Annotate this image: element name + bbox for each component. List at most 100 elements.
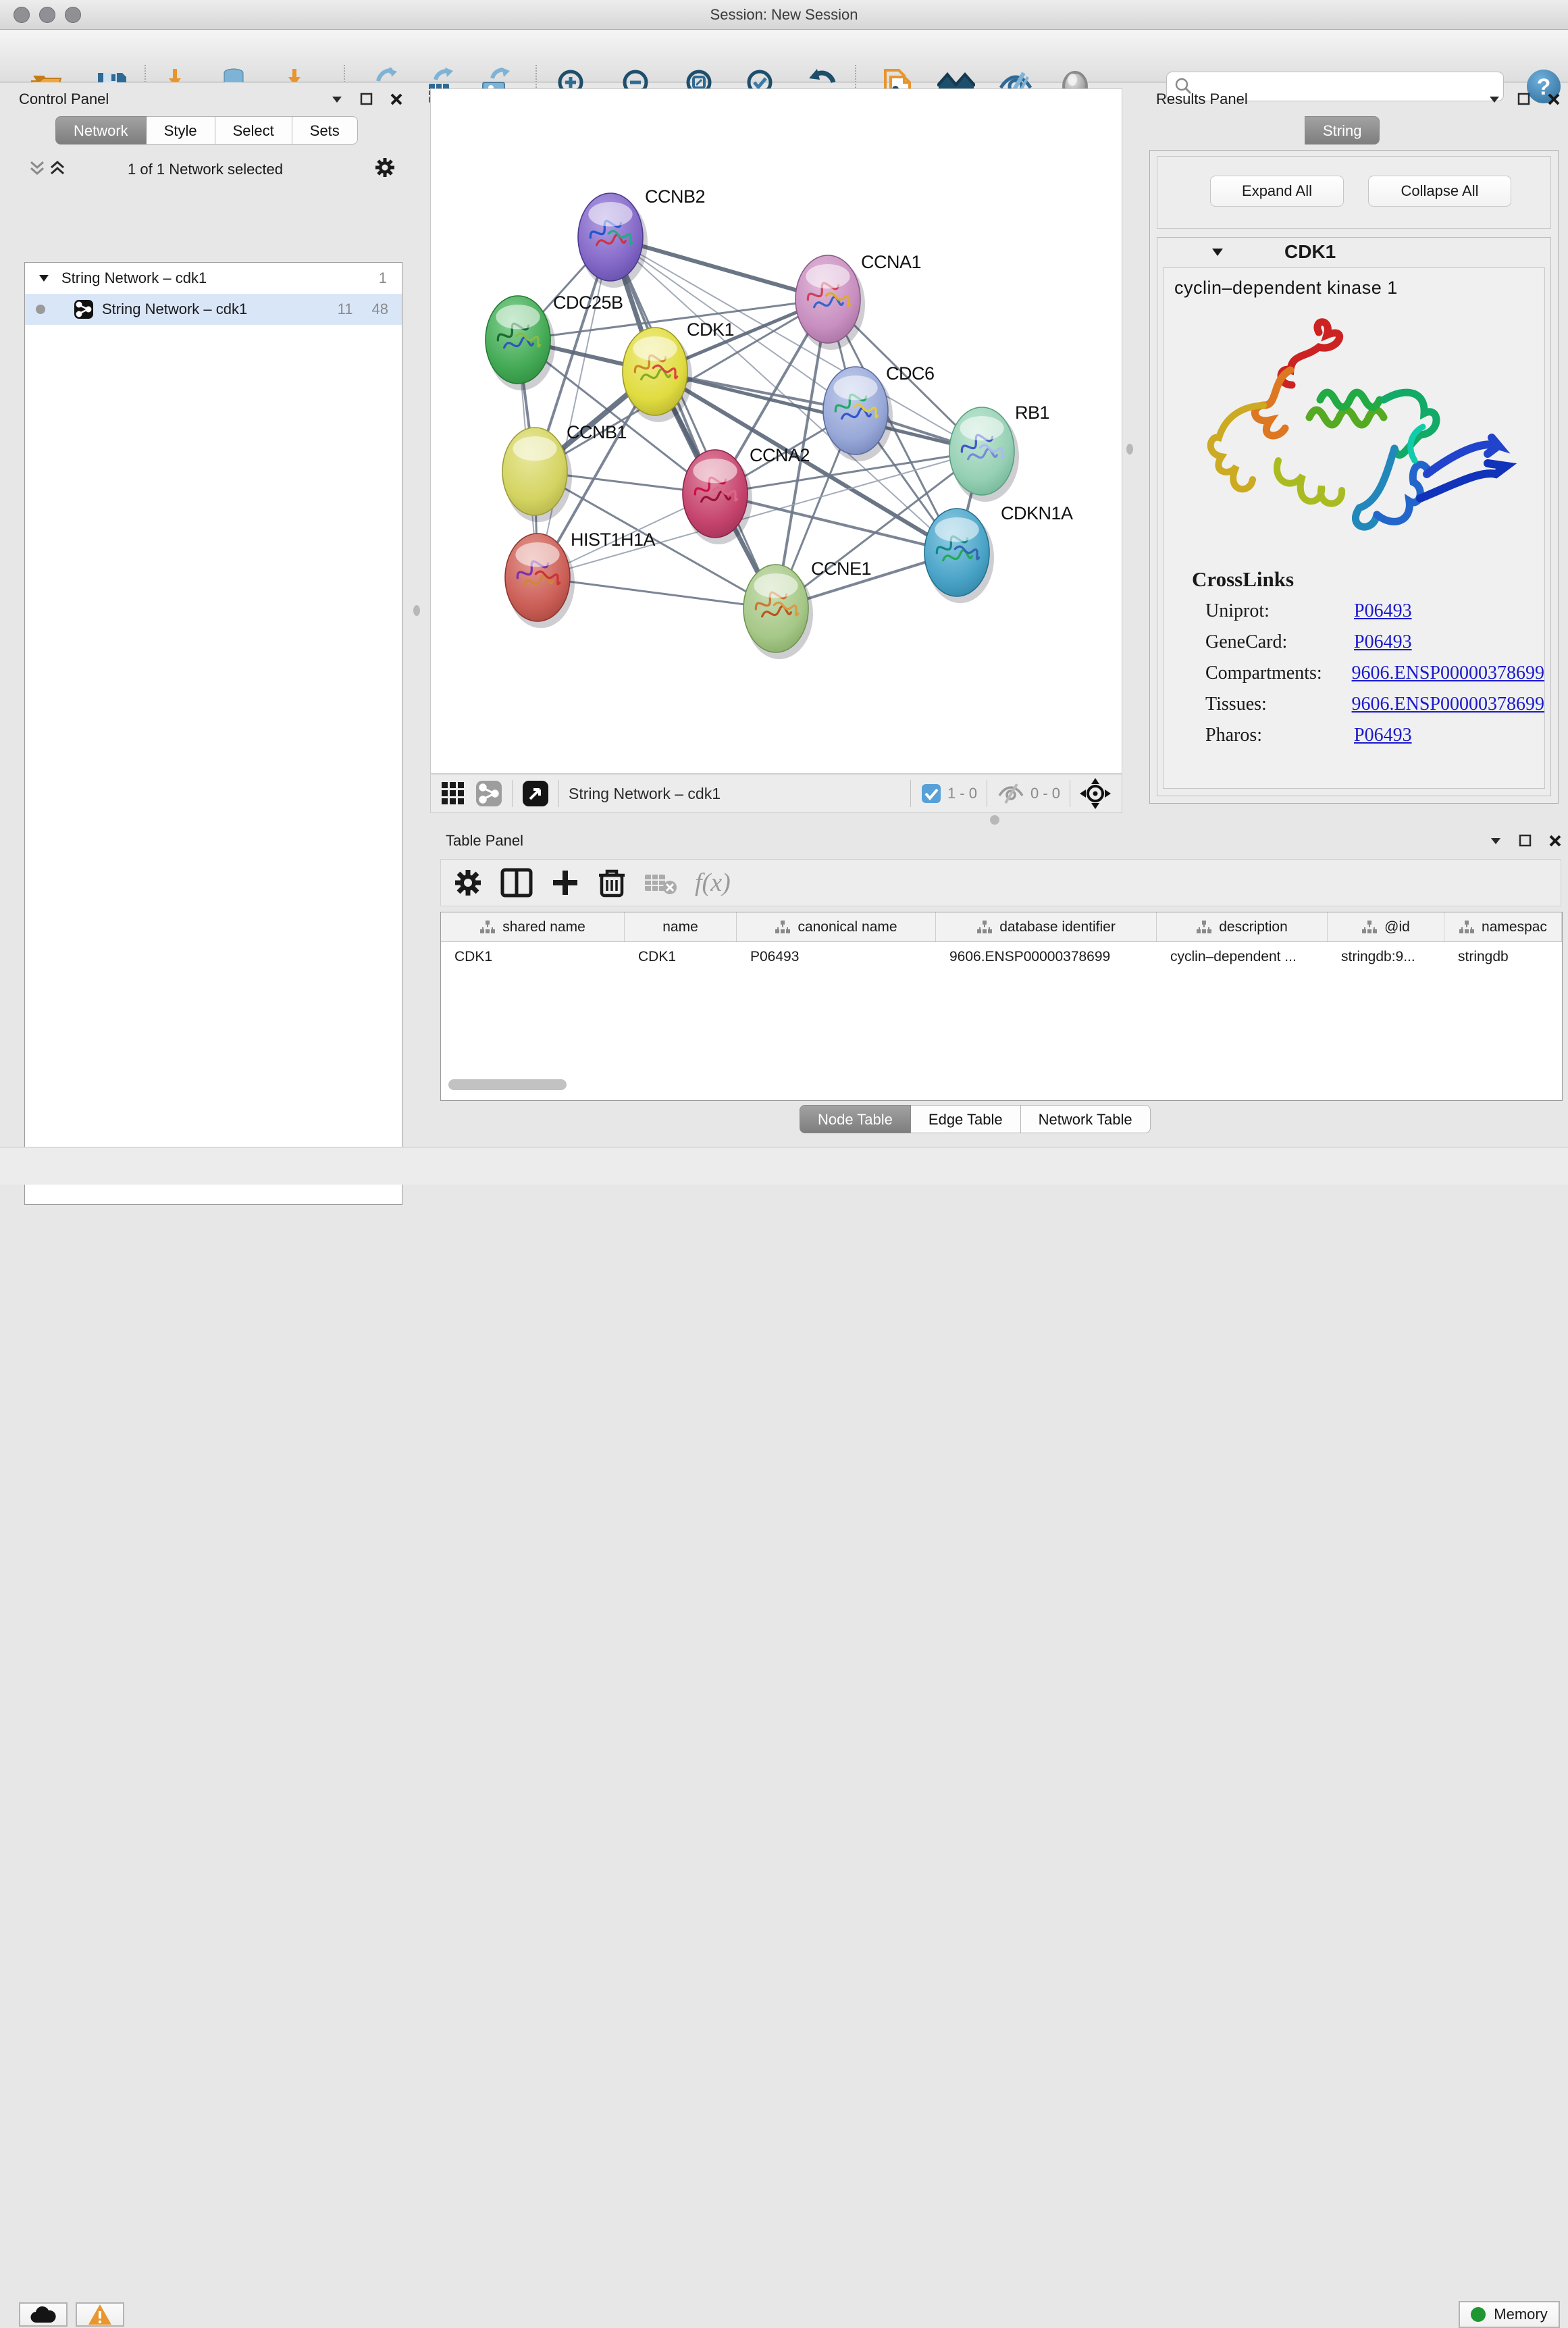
table-cell[interactable]: CDK1 (625, 949, 737, 965)
tab-node-table[interactable]: Node Table (800, 1105, 911, 1133)
main-toolbar: ? (0, 30, 1568, 82)
table-cell[interactable]: stringdb (1444, 949, 1562, 965)
close-panel-icon[interactable] (1548, 833, 1563, 848)
collapse-panel-icon[interactable] (1487, 92, 1502, 107)
view-indicator-dot (36, 305, 45, 314)
column-header-shared-name[interactable]: shared name (441, 912, 625, 941)
network-node-ccna2[interactable]: CCNA2 (683, 445, 810, 544)
close-panel-icon[interactable] (389, 92, 404, 107)
network-node-cdkn1a[interactable]: CDKN1A (924, 503, 1073, 603)
float-panel-icon[interactable] (1518, 833, 1533, 848)
network-node-cdc25b[interactable]: CDC25B (486, 292, 623, 390)
tab-string[interactable]: String (1305, 116, 1380, 145)
memory-label: Memory (1494, 2306, 1547, 2323)
column-header-namespac[interactable]: namespac (1444, 912, 1562, 941)
collapse-panel-icon[interactable] (1488, 833, 1503, 848)
table-horizontal-scrollbar[interactable] (448, 1079, 567, 1090)
hidden-eye-icon[interactable] (997, 782, 1025, 805)
node-label: CCNA2 (750, 445, 810, 465)
column-header-name[interactable]: name (625, 912, 737, 941)
network-canvas[interactable]: CCNB2 CCNA1 CDC25B CDK1 CDC6 RB1 CCNB1 CCNA2 CDK… (430, 88, 1122, 774)
table-cell[interactable]: CDK1 (441, 949, 625, 965)
crosslink-link[interactable]: 9606.ENSP00000378699 (1352, 694, 1544, 715)
column-header-database-identifier[interactable]: database identifier (936, 912, 1157, 941)
crosslink-row: Pharos:P06493 (1164, 720, 1544, 751)
open-view-in-window-icon[interactable] (522, 780, 549, 807)
status-bar: Memory (0, 1147, 1568, 1185)
crosslink-label: Uniprot: (1205, 600, 1354, 622)
edge-count: 48 (372, 301, 388, 318)
warnings-button[interactable] (76, 2302, 124, 2327)
tab-network[interactable]: Network (55, 116, 147, 145)
table-cell[interactable]: 9606.ENSP00000378699 (936, 949, 1157, 965)
network-node-cdc6[interactable]: CDC6 (823, 363, 935, 461)
control-panel: Control Panel NetworkStyleSelectSets 1 o… (5, 82, 405, 1144)
tab-select[interactable]: Select (215, 116, 292, 145)
column-header-@id[interactable]: @id (1328, 912, 1444, 941)
node-label: CCNB2 (645, 186, 705, 207)
tab-style[interactable]: Style (147, 116, 215, 145)
cloud-button[interactable] (19, 2302, 68, 2327)
table-options-gear-icon[interactable] (453, 868, 483, 898)
network-node-ccna1[interactable]: CCNA1 (795, 252, 921, 350)
crosslink-row: Compartments:9606.ENSP00000378699 (1164, 658, 1544, 689)
hidden-count: 0 - 0 (1030, 785, 1060, 802)
node-table-header: shared namenamecanonical namedatabase id… (441, 912, 1562, 942)
crosslink-link[interactable]: P06493 (1354, 725, 1412, 746)
shared-column-icon (1196, 920, 1212, 935)
float-panel-icon[interactable] (359, 92, 374, 107)
crosslink-label: GeneCard: (1205, 631, 1354, 653)
table-cell[interactable]: cyclin–dependent ... (1157, 949, 1328, 965)
table-cell[interactable]: stringdb:9... (1328, 949, 1444, 965)
network-node-ccnb1[interactable]: CCNB1 (502, 422, 627, 522)
tab-network-table[interactable]: Network Table (1021, 1105, 1151, 1133)
show-columns-icon[interactable] (500, 868, 533, 898)
tab-edge-table[interactable]: Edge Table (911, 1105, 1021, 1133)
table-row[interactable]: CDK1CDK1P064939606.ENSP00000378699cyclin… (441, 942, 1562, 972)
network-collection-row[interactable]: String Network – cdk1 1 (25, 263, 402, 294)
right-splitter-grip[interactable] (1126, 444, 1133, 455)
network-options-gear-icon[interactable] (374, 157, 396, 178)
string-view-icon[interactable] (475, 780, 502, 807)
float-panel-icon[interactable] (1517, 92, 1532, 107)
node-label: CDC25B (553, 292, 623, 313)
column-header-description[interactable]: description (1157, 912, 1328, 941)
node-label: CCNA1 (861, 252, 921, 272)
network-view-toolbar: String Network – cdk1 1 - 0 0 - 0 (430, 774, 1122, 813)
tab-sets[interactable]: Sets (292, 116, 358, 145)
node-label: RB1 (1015, 403, 1049, 423)
delete-column-icon[interactable] (598, 867, 626, 898)
crosslink-row: Uniprot:P06493 (1164, 596, 1544, 627)
network-node-ccne1[interactable]: CCNE1 (743, 559, 871, 659)
shared-column-icon (479, 920, 496, 935)
selected-nodes-checkbox[interactable] (920, 783, 942, 804)
results-button-bar: Expand All Collapse All (1157, 156, 1551, 229)
collapse-all-button[interactable]: Collapse All (1368, 176, 1511, 207)
collapse-panel-icon[interactable] (330, 92, 344, 107)
network-row-selected[interactable]: String Network – cdk1 11 48 (25, 294, 402, 325)
crosslink-row: GeneCard:P06493 (1164, 627, 1544, 658)
left-splitter-grip[interactable] (413, 605, 420, 616)
network-node-hist1h1a[interactable]: HIST1H1A (505, 529, 656, 628)
crosslink-link[interactable]: P06493 (1354, 600, 1412, 622)
table-panel-tabs: Node TableEdge TableNetwork Table (800, 1105, 1151, 1133)
node-label: CDK1 (687, 319, 734, 340)
crosslink-link[interactable]: P06493 (1354, 631, 1412, 653)
network-node-ccnb2[interactable]: CCNB2 (578, 186, 705, 288)
expand-all-button[interactable]: Expand All (1210, 176, 1344, 207)
table-cell[interactable]: P06493 (737, 949, 936, 965)
node-label: HIST1H1A (571, 529, 656, 550)
close-panel-icon[interactable] (1546, 92, 1561, 107)
crosslink-link[interactable]: 9606.ENSP00000378699 (1352, 663, 1544, 684)
network-selection-status: 1 of 1 Network selected (5, 161, 405, 178)
bottom-splitter-grip[interactable] (990, 815, 999, 825)
node-label: CDKN1A (1001, 503, 1073, 523)
create-column-icon[interactable] (550, 868, 580, 898)
tree-expand-icon[interactable] (37, 271, 51, 285)
section-collapse-icon[interactable] (1210, 244, 1225, 259)
network-node-rb1[interactable]: RB1 (949, 403, 1049, 502)
birds-eye-view-icon[interactable] (440, 781, 466, 806)
memory-button[interactable]: Memory (1459, 2301, 1560, 2328)
fit-content-crosshair-icon[interactable] (1080, 778, 1111, 809)
column-header-canonical-name[interactable]: canonical name (737, 912, 936, 941)
